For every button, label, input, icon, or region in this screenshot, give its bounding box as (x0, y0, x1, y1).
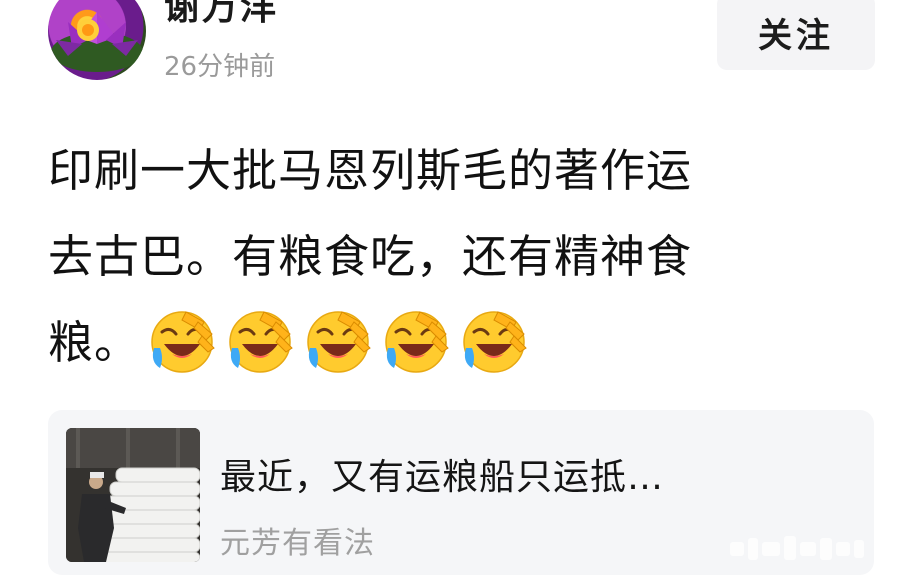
warehouse-photo-icon (66, 428, 200, 562)
lotus-flower-icon (51, 12, 143, 72)
post-text-line: 印刷一大批马恩列斯毛的著作运 (48, 144, 693, 197)
avatar[interactable] (48, 0, 146, 80)
post-text-line: 去古巴。有粮食吃，还有精神食 (48, 230, 693, 283)
card-thumbnail (66, 428, 200, 562)
username[interactable]: 谢万洋 (164, 0, 278, 30)
card-title: 最近，又有运粮船只运抵… (220, 457, 665, 498)
laughing-crying-emoji (224, 304, 296, 376)
card-source: 元芳有看法 (220, 526, 375, 561)
laughing-crying-emoji (380, 304, 452, 376)
post-content: 印刷一大批马恩列斯毛的著作运 去古巴。有粮食吃，还有精神食 粮。 (48, 128, 878, 386)
follow-button[interactable]: 关注 (717, 0, 875, 70)
link-card[interactable]: 最近，又有运粮船只运抵… 元芳有看法 (48, 410, 874, 575)
post-timestamp: 26分钟前 (164, 52, 276, 82)
post-page: 谢万洋 26分钟前 关注 印刷一大批马恩列斯毛的著作运 去古巴。有粮食吃，还有精… (0, 0, 918, 579)
watermark-icon (730, 536, 864, 560)
laughing-crying-emoji (302, 304, 374, 376)
laughing-crying-emoji (146, 304, 218, 376)
laughing-crying-emoji (458, 304, 530, 376)
post-text-line: 粮。 (48, 316, 141, 369)
post-text-line-last: 粮。 (48, 300, 878, 386)
emoji-row (146, 304, 530, 376)
